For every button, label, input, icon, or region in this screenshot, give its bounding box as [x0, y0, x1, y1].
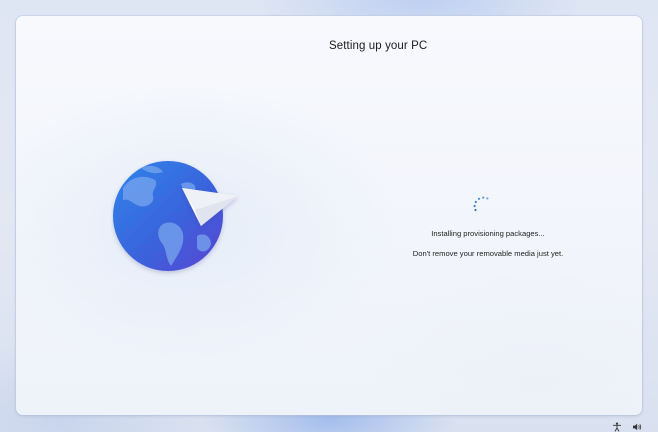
globe-plane-icon	[113, 161, 238, 271]
status-line-media-warning: Don't remove your removable media just y…	[412, 249, 564, 258]
status-text: Installing provisioning packages... Don'…	[388, 229, 588, 258]
setup-window: Setting up your PC Installing provisioni…	[16, 16, 642, 415]
volume-icon[interactable]	[632, 419, 642, 431]
status-line-installing: Installing provisioning packages...	[431, 229, 545, 238]
page-title: Setting up your PC	[329, 40, 428, 52]
loading-spinner	[471, 193, 493, 215]
globe-illustration	[111, 158, 241, 278]
accessibility-icon[interactable]	[612, 419, 622, 432]
loading-dots-icon	[473, 196, 489, 212]
system-tray	[612, 418, 642, 432]
